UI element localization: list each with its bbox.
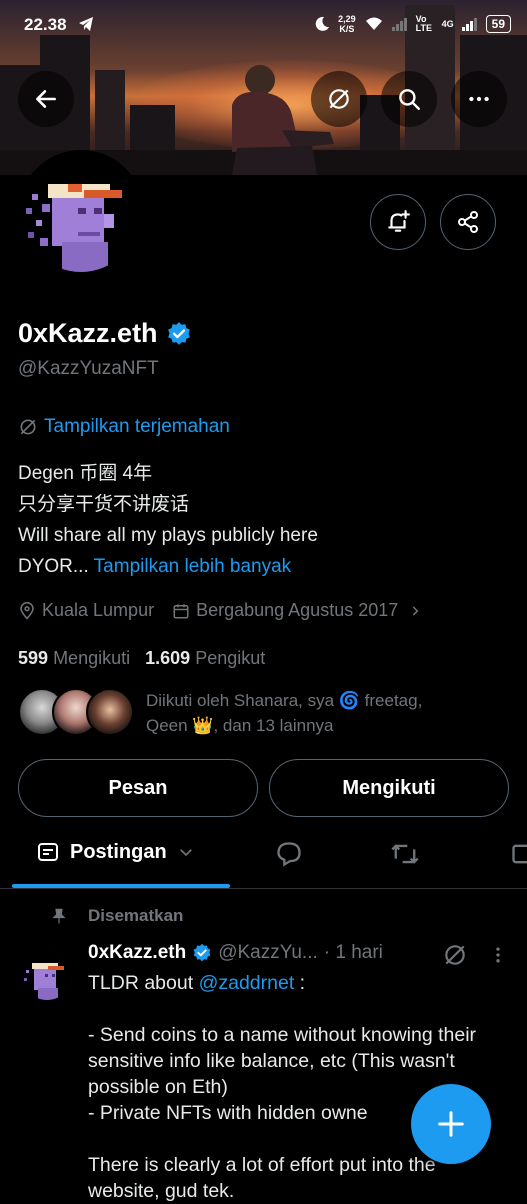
followed-by-line: Qeen 👑, dan 13 lainnya bbox=[146, 713, 422, 738]
location-pin-icon bbox=[18, 602, 36, 620]
signal-icon bbox=[392, 17, 408, 31]
joined-date: Bergabung Agustus 2017 bbox=[196, 600, 398, 621]
arrow-left-icon bbox=[33, 86, 59, 112]
moon-icon bbox=[314, 16, 330, 32]
tab-posts-label: Postingan bbox=[70, 841, 167, 864]
notify-button[interactable] bbox=[370, 194, 426, 250]
network-type: 4G bbox=[442, 19, 454, 29]
translate-bio-link[interactable]: Tampilkan terjemahan bbox=[18, 416, 230, 438]
status-time: 22.38 bbox=[24, 15, 67, 35]
volte-label: Vo LTE bbox=[416, 15, 434, 33]
back-button[interactable] bbox=[18, 71, 74, 127]
bio-line: Degen 币圈 4年 bbox=[18, 458, 318, 489]
bell-plus-icon bbox=[385, 209, 411, 235]
followed-by-avatars[interactable] bbox=[18, 688, 120, 736]
show-more-link[interactable]: Tampilkan lebih banyak bbox=[94, 556, 292, 577]
post-author-handle: @KazzYu... bbox=[218, 942, 318, 964]
profile-avatar[interactable] bbox=[18, 150, 144, 276]
more-options-button[interactable] bbox=[451, 71, 507, 127]
verified-badge-icon bbox=[192, 943, 212, 963]
followers-label: Pengikut bbox=[195, 648, 265, 668]
search-button[interactable] bbox=[381, 71, 437, 127]
pixel-avatar-image bbox=[22, 950, 72, 1000]
network-speed-unit: K/S bbox=[339, 24, 354, 34]
calendar-icon bbox=[172, 602, 190, 620]
status-bar: 22.38 2,29 K/S Vo LTE 4G 59 bbox=[0, 0, 527, 52]
bio-line: 只分享干货不讲废话 bbox=[18, 489, 318, 520]
share-button[interactable] bbox=[440, 194, 496, 250]
message-button[interactable]: Pesan bbox=[18, 759, 258, 817]
tab-media-icon[interactable] bbox=[510, 840, 527, 868]
following-stat[interactable]: 599 Mengikuti bbox=[18, 648, 130, 668]
followed-by-text[interactable]: Diikuti oleh Shanara, sya 🌀 freetag, Qee… bbox=[146, 688, 422, 738]
posts-icon bbox=[36, 840, 60, 864]
post-text-line: TLDR about bbox=[88, 972, 199, 994]
network-speed-value: 2,29 bbox=[338, 14, 356, 24]
compose-post-button[interactable] bbox=[411, 1084, 491, 1164]
following-label: Mengikuti bbox=[53, 648, 130, 668]
post-text-line: : bbox=[294, 972, 305, 994]
plus-icon bbox=[436, 1109, 466, 1139]
chevron-down-icon bbox=[177, 843, 195, 861]
post-header: 0xKazz.eth @KazzYu... · 1 hari bbox=[88, 942, 383, 964]
chevron-right-icon[interactable] bbox=[408, 604, 422, 618]
tabs-divider bbox=[0, 888, 527, 889]
status-right: 2,29 K/S Vo LTE 4G 59 bbox=[314, 14, 511, 34]
profile-bio: Degen 币圈 4年 只分享干货不讲废话 Will share all my … bbox=[18, 458, 318, 582]
following-button[interactable]: Mengikuti bbox=[269, 759, 509, 817]
follow-counts: 599 Mengikuti 1.609 Pengikut bbox=[18, 648, 265, 669]
post-author-avatar[interactable] bbox=[22, 950, 72, 1000]
profile-handle: @KazzYuzaNFT bbox=[18, 358, 159, 380]
bio-line: DYOR... bbox=[18, 556, 89, 577]
translate-off-icon bbox=[18, 417, 38, 437]
signal-icon bbox=[462, 17, 478, 31]
profile-name-row: 0xKazz.eth bbox=[18, 318, 192, 349]
translate-profile-button[interactable] bbox=[311, 71, 367, 127]
share-icon bbox=[456, 210, 480, 234]
telegram-icon bbox=[78, 16, 94, 32]
translate-off-icon[interactable] bbox=[442, 942, 468, 968]
network-speed: 2,29 K/S bbox=[338, 14, 356, 34]
battery-indicator: 59 bbox=[486, 15, 511, 33]
translate-label: Tampilkan terjemahan bbox=[44, 416, 230, 438]
verified-badge-icon[interactable] bbox=[166, 321, 192, 347]
more-horizontal-icon bbox=[466, 86, 492, 112]
post-time: · 1 hari bbox=[324, 942, 383, 964]
tab-reposts-icon[interactable] bbox=[390, 840, 420, 868]
location: Kuala Lumpur bbox=[42, 600, 154, 621]
avatar bbox=[86, 688, 134, 736]
tab-posts[interactable]: Postingan bbox=[36, 840, 195, 864]
tab-replies-icon[interactable] bbox=[275, 840, 303, 868]
pinned-label: Disematkan bbox=[88, 906, 183, 926]
search-icon bbox=[396, 86, 422, 112]
following-count: 599 bbox=[18, 648, 48, 668]
followers-count: 1.609 bbox=[145, 648, 190, 668]
display-name: 0xKazz.eth bbox=[18, 318, 158, 349]
pin-icon bbox=[50, 906, 68, 926]
translate-off-icon bbox=[326, 86, 352, 112]
bio-line: Will share all my plays publicly here bbox=[18, 520, 318, 551]
followers-stat[interactable]: 1.609 Pengikut bbox=[145, 648, 265, 668]
post-author-name[interactable]: 0xKazz.eth bbox=[88, 942, 186, 964]
wifi-icon bbox=[364, 16, 384, 32]
more-vertical-icon[interactable] bbox=[488, 944, 508, 966]
followed-by-line: Diikuti oleh Shanara, sya 🌀 freetag, bbox=[146, 688, 422, 713]
pixel-avatar-image bbox=[22, 154, 140, 272]
mention-link[interactable]: @zaddrnet bbox=[199, 972, 295, 994]
profile-meta: Kuala Lumpur Bergabung Agustus 2017 bbox=[18, 600, 422, 621]
